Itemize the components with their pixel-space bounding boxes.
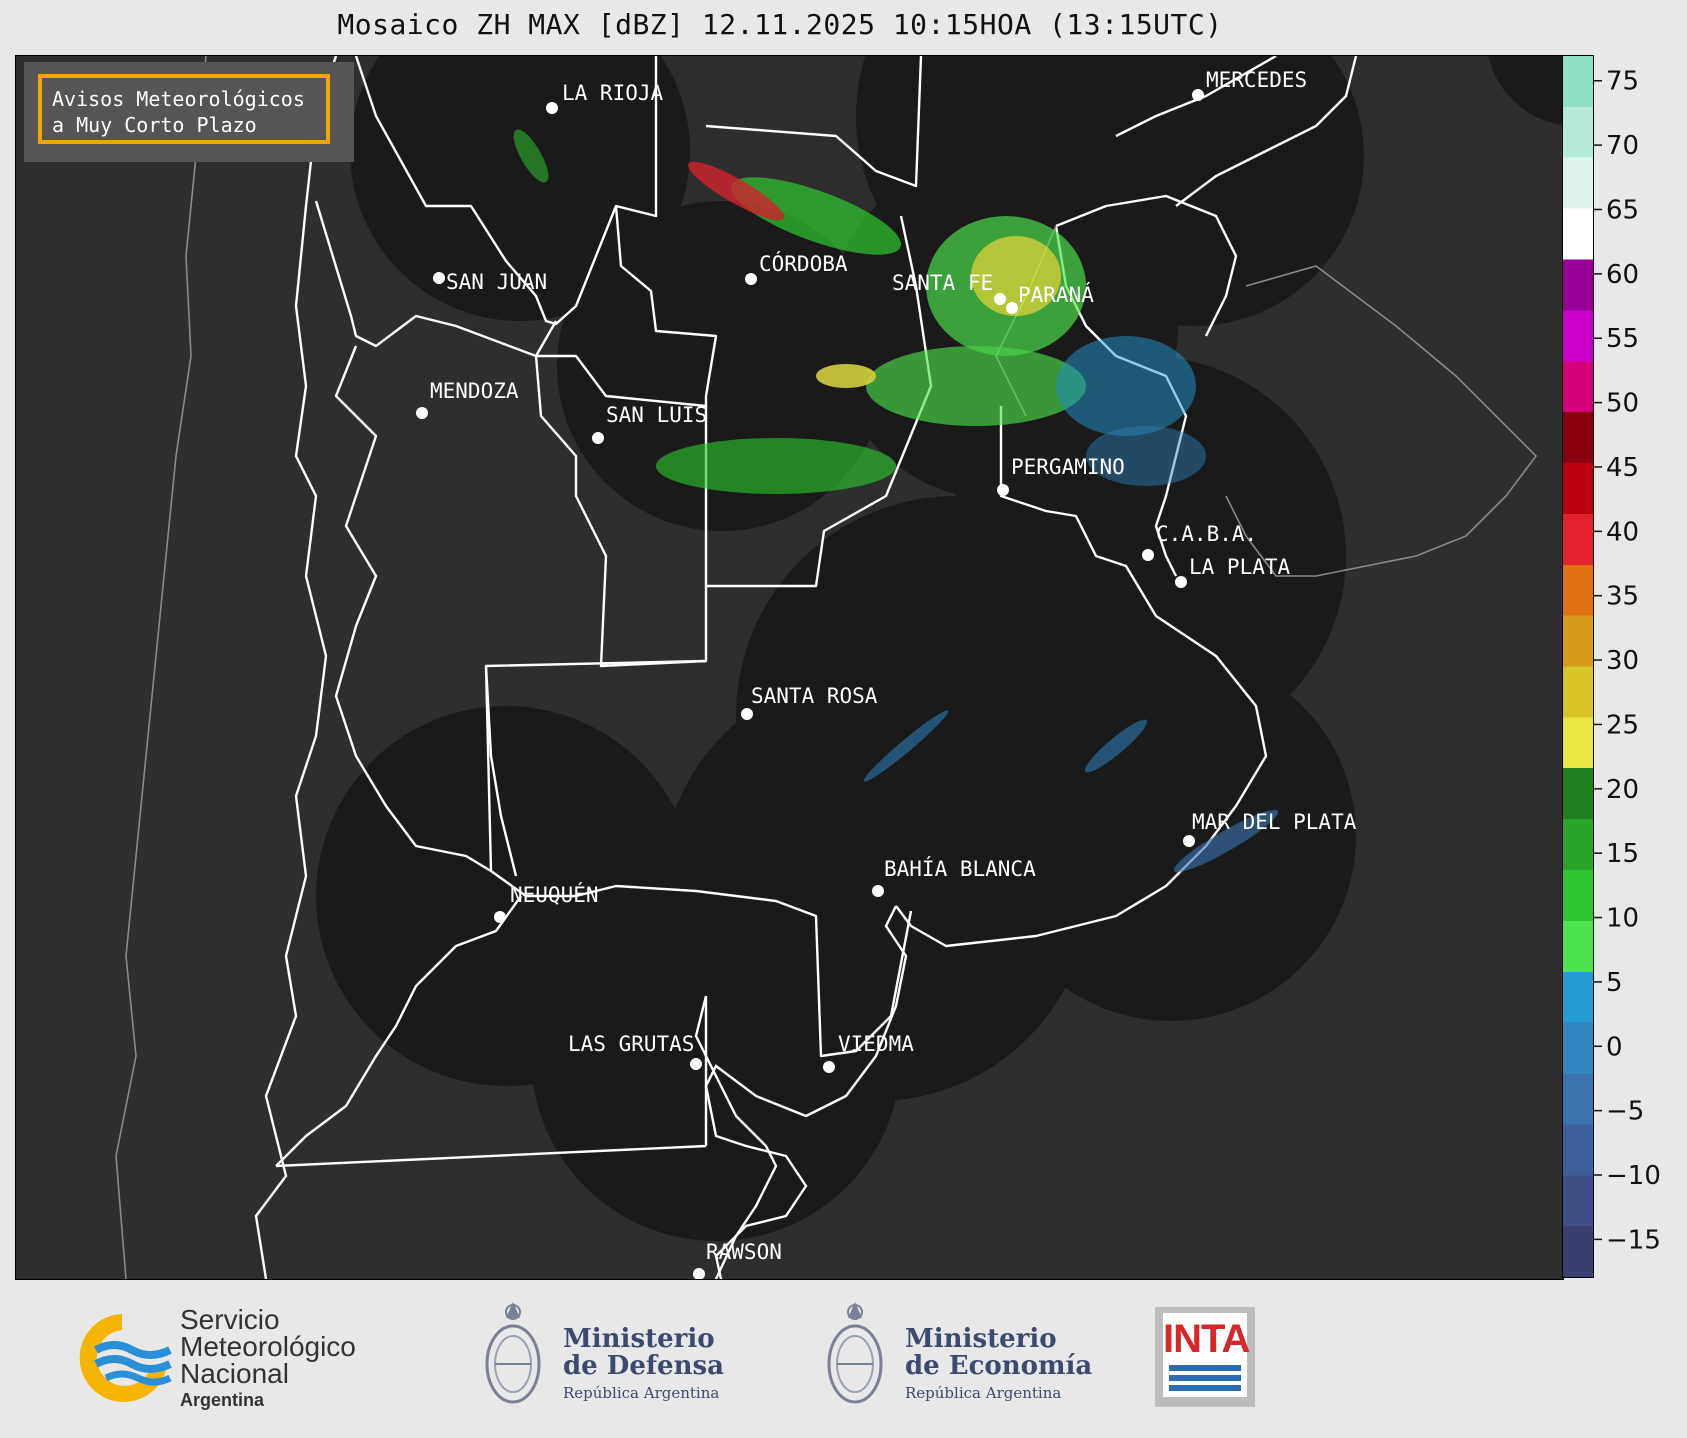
map-canvas: LA RIOJA MERCEDES CÓRDOBA SAN JUAN SANTA… [115, 56, 1563, 1279]
colorbar-tick-label: 50 [1606, 389, 1639, 419]
smn-line-3: Nacional [180, 1358, 289, 1389]
smn-logo-text: Servicio Meteorológico Nacional Argentin… [180, 1306, 356, 1414]
city-dot [823, 1061, 835, 1073]
colorbar-tick-label: 30 [1606, 646, 1639, 676]
city-label-mar-del-plata: MAR DEL PLATA [1192, 810, 1357, 834]
city-dot [592, 432, 604, 444]
city-label-rawson: RAWSON [706, 1240, 782, 1264]
colorbar-tick-label: 5 [1606, 968, 1623, 998]
inta-logo: INTA [1155, 1307, 1255, 1407]
city-label-neuquen: NEUQUÉN [510, 882, 599, 907]
city-dot [693, 1268, 705, 1279]
economia-line-2: de Economía [905, 1351, 1093, 1381]
smn-line-2: Meteorológico [180, 1331, 356, 1362]
city-label-mendoza: MENDOZA [430, 379, 519, 403]
notice-panel: Avisos Meteorológicos a Muy Corto Plazo [24, 62, 354, 162]
city-label-mercedes: MERCEDES [1206, 68, 1307, 92]
colorbar-tick-label: 45 [1606, 453, 1639, 483]
colorbar [1562, 55, 1594, 1278]
city-dot [1142, 549, 1154, 561]
smn-logo-icon [79, 1314, 172, 1402]
coat-of-arms-icon [827, 1302, 883, 1404]
colorbar-tick-label: 65 [1606, 195, 1639, 225]
city-label-bahia-blanca: BAHÍA BLANCA [884, 856, 1036, 881]
colorbar-tick-label: −5 [1606, 1097, 1644, 1127]
defensa-line-1: Ministerio [563, 1324, 715, 1354]
economia-line-3: República Argentina [905, 1384, 1062, 1402]
city-label-san-luis: SAN LUIS [606, 403, 707, 427]
colorbar-tick-label: 10 [1606, 904, 1639, 934]
city-dot [1183, 835, 1195, 847]
city-dot [1006, 302, 1018, 314]
notice-line-1: Avisos Meteorológicos [52, 87, 305, 111]
city-label-caba: C.A.B.A. [1156, 522, 1257, 546]
defensa-logo-text: Ministerio de Defensa República Argentin… [563, 1326, 724, 1407]
colorbar-tick-label: 40 [1606, 517, 1639, 547]
colorbar-tick-label: −15 [1606, 1225, 1661, 1255]
coat-of-arms-icon [485, 1302, 541, 1404]
city-dot [997, 484, 1009, 496]
colorbar-tick-label: −10 [1606, 1161, 1661, 1191]
notice-box[interactable]: Avisos Meteorológicos a Muy Corto Plazo [38, 74, 330, 144]
smn-line-4: Argentina [180, 1390, 265, 1410]
city-dot [690, 1058, 702, 1070]
economia-logo-text: Ministerio de Economía República Argenti… [905, 1326, 1092, 1407]
city-dot [745, 273, 757, 285]
economia-line-1: Ministerio [905, 1324, 1057, 1354]
smn-line-1: Servicio [180, 1304, 280, 1335]
colorbar-tick-label: 25 [1606, 710, 1639, 740]
city-dot [1192, 89, 1204, 101]
city-label-las-grutas: LAS GRUTAS [568, 1032, 694, 1056]
city-dot [433, 272, 445, 284]
colorbar-tick-label: 75 [1606, 67, 1639, 97]
radar-coverage [316, 56, 1563, 1241]
colorbar-tick-label: 20 [1606, 775, 1639, 805]
city-label-pergamino: PERGAMINO [1011, 455, 1125, 479]
city-label-parana: PARANÁ [1018, 282, 1094, 307]
colorbar-tick-label: 0 [1606, 1032, 1623, 1062]
city-label-santa-fe: SANTA FE [892, 271, 993, 295]
defensa-line-3: República Argentina [563, 1384, 720, 1402]
city-dot [872, 885, 884, 897]
footer: Servicio Meteorológico Nacional Argentin… [0, 1280, 1687, 1438]
colorbar-tick-label: 55 [1606, 324, 1639, 354]
city-dot [546, 102, 558, 114]
colorbar-ticks: 757065605550454035302520151050−5−10−15 [1594, 67, 1661, 1255]
city-label-la-rioja: LA RIOJA [562, 81, 664, 105]
city-label-viedma: VIEDMA [838, 1032, 914, 1056]
radar-map[interactable]: LA RIOJA MERCEDES CÓRDOBA SAN JUAN SANTA… [15, 55, 1564, 1280]
city-dot [494, 911, 506, 923]
inta-logo-word: INTA [1163, 1317, 1250, 1361]
city-dot [416, 407, 428, 419]
city-dot [741, 708, 753, 720]
city-label-santa-rosa: SANTA ROSA [751, 684, 878, 708]
notice-line-2: a Muy Corto Plazo [52, 113, 257, 137]
colorbar-tick-label: 15 [1606, 839, 1639, 869]
city-dot [994, 293, 1006, 305]
map-title: Mosaico ZH MAX [dBZ] 12.11.2025 10:15HOA… [337, 8, 1223, 41]
city-label-la-plata: LA PLATA [1189, 555, 1291, 579]
colorbar-tick-label: 35 [1606, 582, 1639, 612]
colorbar-tick-label: 60 [1606, 260, 1639, 290]
city-label-cordoba: CÓRDOBA [759, 251, 848, 276]
city-label-san-juan: SAN JUAN [446, 270, 547, 294]
city-dot [1175, 576, 1187, 588]
defensa-line-2: de Defensa [563, 1351, 724, 1381]
colorbar-tick-label: 70 [1606, 131, 1639, 161]
